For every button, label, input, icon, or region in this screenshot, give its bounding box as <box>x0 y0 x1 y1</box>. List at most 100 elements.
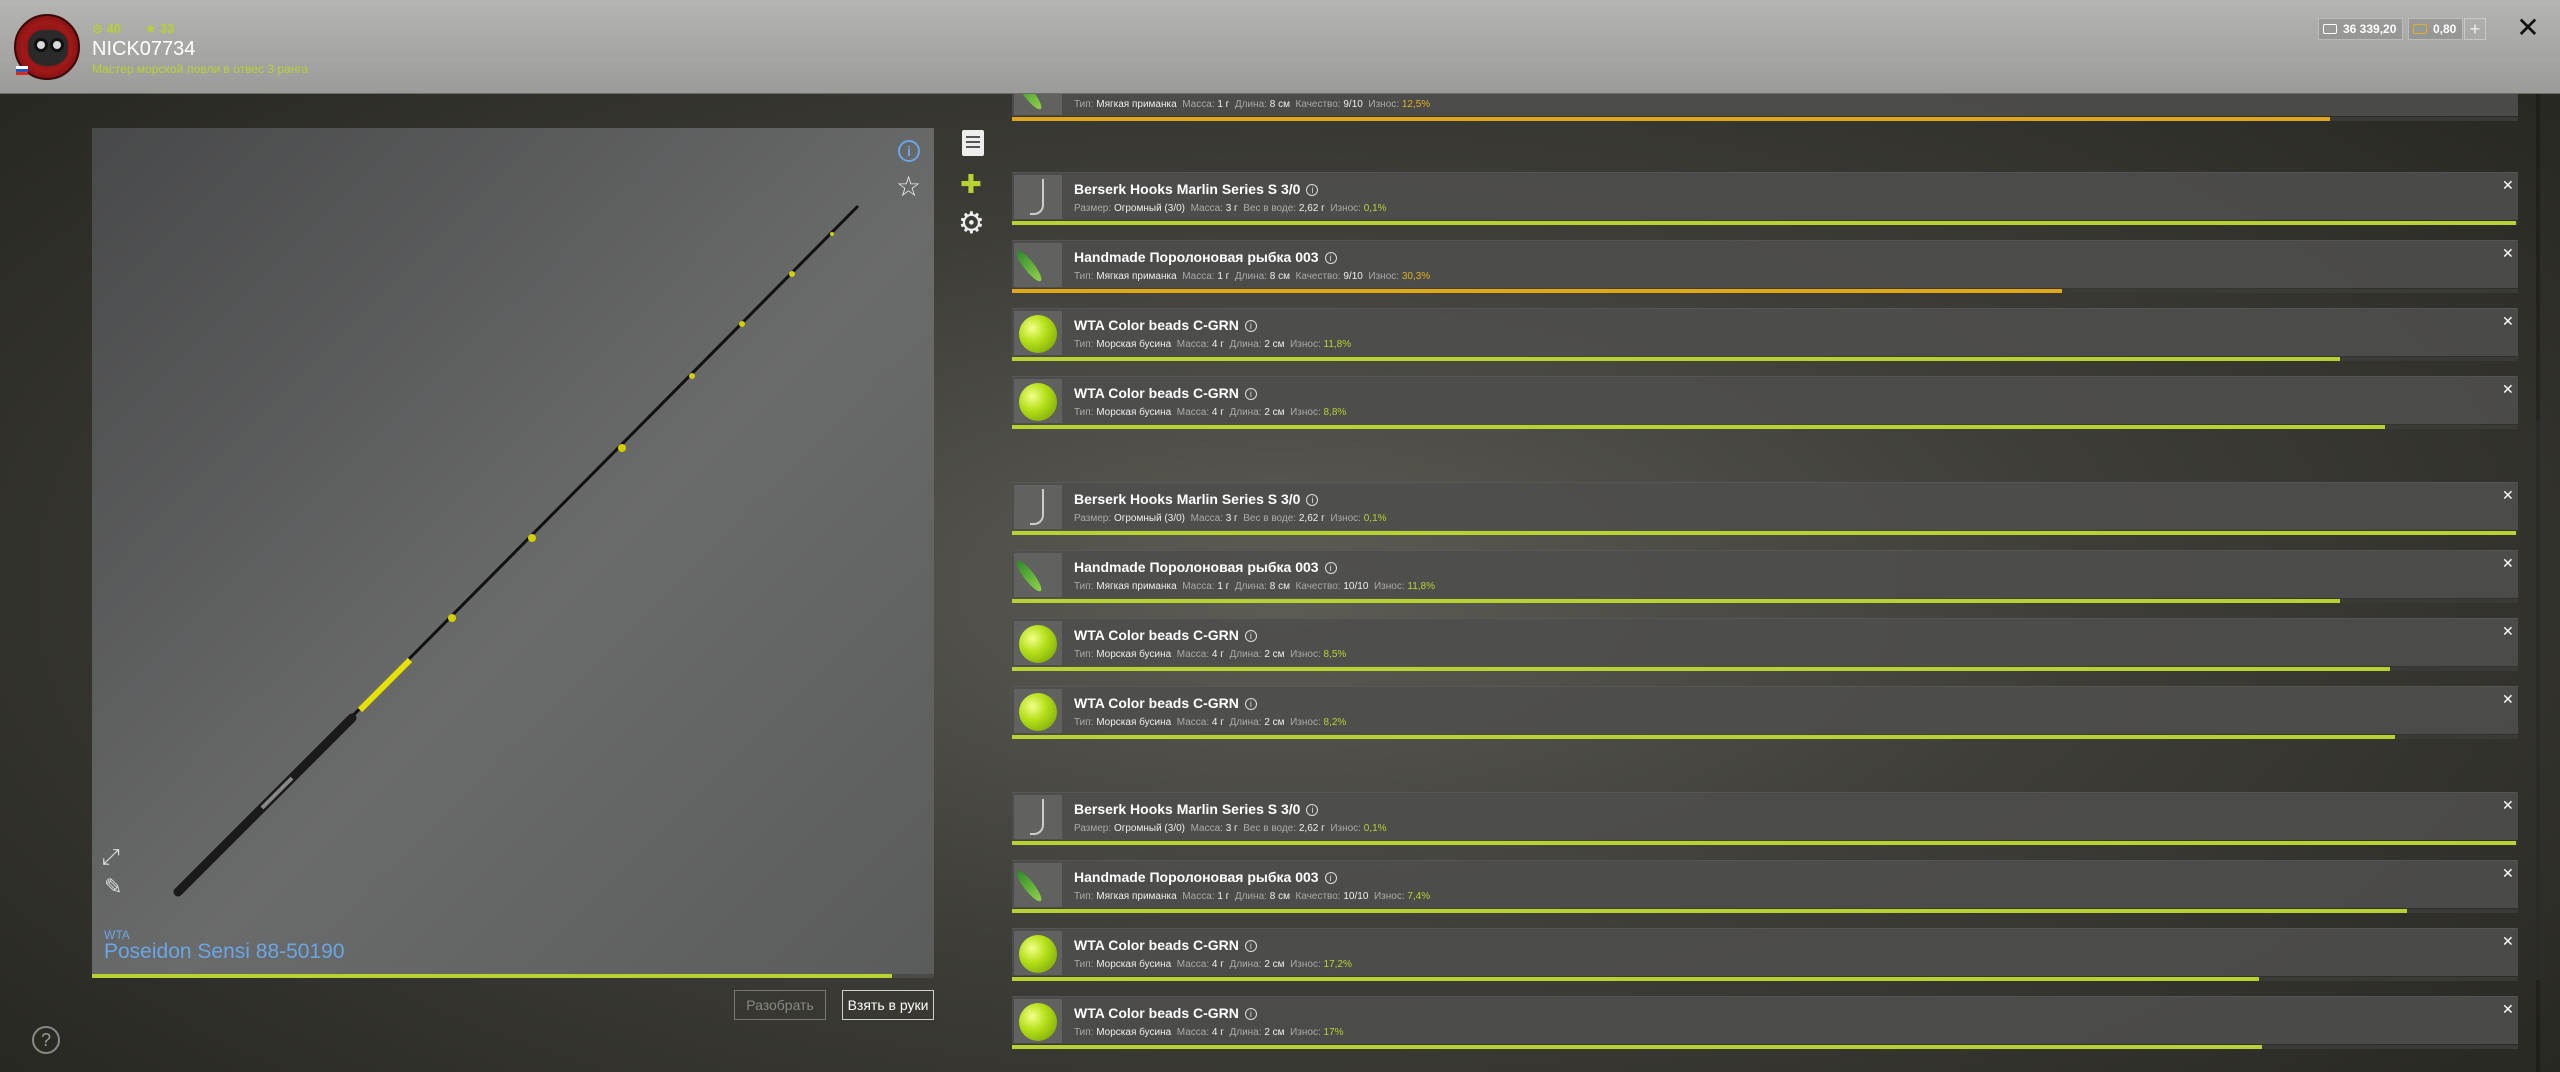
item-info-icon[interactable]: i <box>1244 388 1257 400</box>
scrollbar-thumb[interactable] <box>2536 420 2540 980</box>
item-properties: Тип: Морская бусина Масса: 4 г Длина: 2 … <box>1074 407 1346 418</box>
document-icon[interactable] <box>962 130 984 156</box>
item-card[interactable]: Handmade Поролоновая рыбка 003 i Тип: Мягк… <box>1012 550 2518 598</box>
item-card[interactable]: WTA Color beads C-GRN i Тип: Морская бусин… <box>1012 686 2518 734</box>
item-thumbnail <box>1014 621 1062 665</box>
remove-item-button[interactable]: ✕ <box>2502 177 2514 194</box>
item-card[interactable]: Тип: Мягкая приманка Масса: 1 г Длина: 8… <box>1012 94 2518 116</box>
scrollbar[interactable] <box>2536 94 2540 1072</box>
tackle-item[interactable]: WTA Color beads C-GRN i Тип: Морская бусин… <box>1012 928 2518 982</box>
item-card[interactable]: Handmade Поролоновая рыбка 003 i Тип: Мягк… <box>1012 240 2518 288</box>
item-condition-fill <box>1012 425 2386 429</box>
remove-item-button[interactable]: ✕ <box>2502 381 2514 398</box>
item-name-text: Handmade Поролоновая рыбка 003 <box>1074 869 1319 885</box>
item-condition-bar <box>1012 667 2518 671</box>
tackle-item[interactable]: Berserk Hooks Marlin Series S 3/0 i Размер… <box>1012 792 2518 846</box>
tackle-item[interactable]: WTA Color beads C-GRN i Тип: Морская бусин… <box>1012 996 2518 1050</box>
tackle-item[interactable]: WTA Color beads C-GRN i Тип: Морская бусин… <box>1012 686 2518 740</box>
item-thumbnail <box>1014 175 1062 219</box>
remove-item-button[interactable]: ✕ <box>2502 865 2514 882</box>
tackle-item[interactable]: WTA Color beads C-GRN i Тип: Морская бусин… <box>1012 376 2518 430</box>
prop-label: Тип: <box>1074 407 1094 418</box>
item-info-icon[interactable]: i <box>1306 804 1319 816</box>
prop-label: Тип: <box>1074 271 1094 282</box>
prop-value: 4 г <box>1211 407 1224 418</box>
wear-label: Износ: <box>1330 513 1361 524</box>
item-condition-bar <box>1012 221 2518 225</box>
item-name: WTA Color beads C-GRN i <box>1074 937 1257 953</box>
rename-pencil-icon[interactable]: ✎ <box>104 874 130 900</box>
item-card[interactable]: WTA Color beads C-GRN i Тип: Морская бусин… <box>1012 996 2518 1044</box>
item-card[interactable]: WTA Color beads C-GRN i Тип: Морская бусин… <box>1012 618 2518 666</box>
gear-icon[interactable]: ⚙ <box>958 208 990 240</box>
item-condition-bar <box>1012 1045 2518 1049</box>
disassemble-button[interactable]: Разобрать <box>734 990 826 1020</box>
close-button[interactable]: ✕ <box>2514 14 2542 42</box>
add-funds-button[interactable]: + <box>2464 18 2486 40</box>
remove-item-button[interactable]: ✕ <box>2502 797 2514 814</box>
player-name[interactable]: NICK07734 <box>92 38 195 61</box>
item-info-icon[interactable]: i <box>1324 252 1337 264</box>
favorite-star-icon[interactable]: ☆ <box>896 170 921 203</box>
tackle-item[interactable]: Handmade Поролоновая рыбка 003 i Тип: Мягк… <box>1012 860 2518 914</box>
info-icon[interactable]: i <box>898 140 920 162</box>
wear-label: Износ: <box>1290 339 1321 350</box>
money-wallet: 36 339,20 <box>2318 18 2404 40</box>
remove-item-button[interactable]: ✕ <box>2502 313 2514 330</box>
tackle-item[interactable]: Handmade Поролоновая рыбка 003 i Тип: Мягк… <box>1012 240 2518 294</box>
item-condition-bar <box>1012 357 2518 361</box>
wear-label: Износ: <box>1290 1027 1321 1038</box>
item-condition-bar <box>1012 289 2518 293</box>
item-name-text: WTA Color beads C-GRN <box>1074 1005 1239 1021</box>
item-card[interactable]: Berserk Hooks Marlin Series S 3/0 i Размер… <box>1012 482 2518 530</box>
remove-item-button[interactable]: ✕ <box>2502 487 2514 504</box>
item-info-icon[interactable]: i <box>1244 940 1257 952</box>
tackle-item[interactable]: Berserk Hooks Marlin Series S 3/0 i Размер… <box>1012 482 2518 536</box>
item-info-icon[interactable]: i <box>1244 1008 1257 1020</box>
item-card[interactable]: WTA Color beads C-GRN i Тип: Морская бусин… <box>1012 376 2518 424</box>
puzzle-icon[interactable]: ✚ <box>960 170 988 198</box>
item-info-icon[interactable]: i <box>1244 698 1257 710</box>
item-info-icon[interactable]: i <box>1244 320 1257 332</box>
remove-item-button[interactable]: ✕ <box>2502 933 2514 950</box>
item-info-icon[interactable]: i <box>1244 630 1257 642</box>
item-condition-fill <box>1012 357 2341 361</box>
prop-value: Морская бусина <box>1096 1027 1172 1038</box>
remove-item-button[interactable]: ✕ <box>2502 245 2514 262</box>
tackle-item[interactable]: Berserk Hooks Marlin Series S 3/0 i Размер… <box>1012 172 2518 226</box>
item-card[interactable]: Handmade Поролоновая рыбка 003 i Тип: Мягк… <box>1012 860 2518 908</box>
wear-label: Износ: <box>1373 581 1405 592</box>
remove-item-button[interactable]: ✕ <box>2502 623 2514 640</box>
remove-item-button[interactable]: ✕ <box>2502 691 2514 708</box>
item-info-icon[interactable]: i <box>1324 872 1337 884</box>
rod-image[interactable] <box>92 128 934 976</box>
item-card[interactable]: WTA Color beads C-GRN i Тип: Морская бусин… <box>1012 928 2518 976</box>
tackle-item[interactable]: WTA Color beads C-GRN i Тип: Морская бусин… <box>1012 308 2518 362</box>
prop-label: Тип: <box>1074 891 1094 902</box>
item-info-icon[interactable]: i <box>1324 562 1337 574</box>
prop-label: Масса: <box>1182 99 1215 110</box>
item-thumbnail <box>1014 795 1062 839</box>
help-icon[interactable]: ? <box>32 1026 60 1054</box>
item-info-icon[interactable]: i <box>1306 494 1319 506</box>
item-card[interactable]: WTA Color beads C-GRN i Тип: Морская бусин… <box>1012 308 2518 356</box>
item-thumbnail <box>1014 311 1062 355</box>
item-info-icon[interactable]: i <box>1306 184 1319 196</box>
remove-item-button[interactable]: ✕ <box>2502 555 2514 572</box>
prop-value: 2,62 г <box>1298 203 1325 214</box>
tackle-item[interactable]: WTA Color beads C-GRN i Тип: Морская бусин… <box>1012 618 2518 672</box>
item-card[interactable]: Berserk Hooks Marlin Series S 3/0 i Размер… <box>1012 792 2518 840</box>
item-thumbnail <box>1014 931 1062 975</box>
remove-item-button[interactable]: ✕ <box>2502 1001 2514 1018</box>
prop-label: Вес в воде: <box>1243 203 1297 214</box>
expand-icon[interactable]: ⤢ <box>102 844 128 870</box>
bead-icon <box>1019 1003 1057 1041</box>
wear-value: 11,8% <box>1323 339 1352 350</box>
item-name-text: Berserk Hooks Marlin Series S 3/0 <box>1074 801 1301 817</box>
rod-condition-bar <box>92 974 934 978</box>
wear-label: Износ: <box>1330 203 1361 214</box>
take-in-hands-button[interactable]: Взять в руки <box>842 990 934 1020</box>
tackle-item[interactable]: Тип: Мягкая приманка Масса: 1 г Длина: 8… <box>1012 94 2518 122</box>
item-card[interactable]: Berserk Hooks Marlin Series S 3/0 i Размер… <box>1012 172 2518 220</box>
tackle-item[interactable]: Handmade Поролоновая рыбка 003 i Тип: Мягк… <box>1012 550 2518 604</box>
